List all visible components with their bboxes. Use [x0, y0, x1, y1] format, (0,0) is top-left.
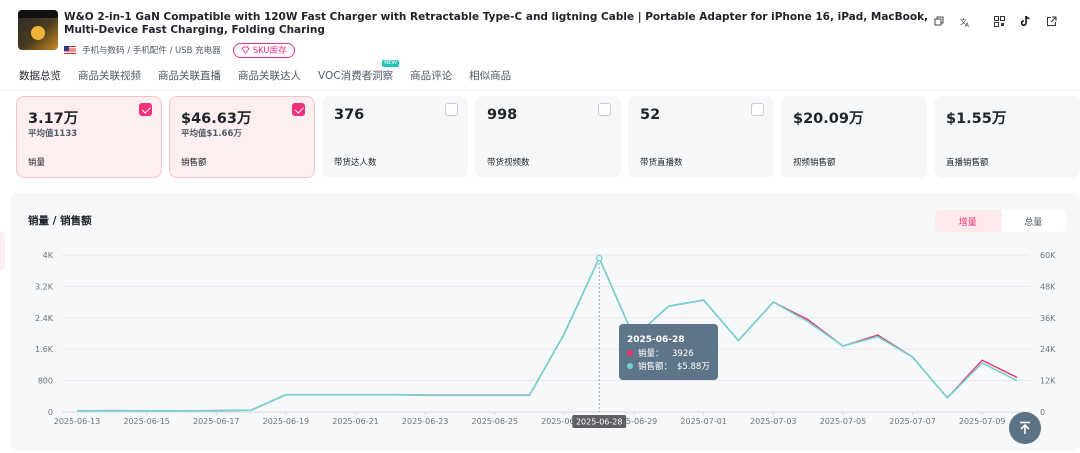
svg-text:A: A: [965, 22, 970, 27]
header-actions: 文A: [932, 14, 1058, 28]
metric-label: 带货达人数: [334, 158, 377, 168]
y-left-tick-label: 800: [38, 377, 53, 386]
new-badge: NEW: [382, 60, 400, 67]
y-right-tick-label: 48K: [1040, 282, 1056, 291]
series-line-sales-amount: [76, 256, 1018, 412]
tooltip-volume-marker: [627, 350, 633, 356]
metric-label: 带货视频数: [487, 158, 530, 168]
category-path: 手机与数码 / 手机配件 / USB 充电器: [82, 46, 221, 56]
x-tick-label: 2025-07-07: [889, 417, 936, 426]
y-right-tick-label: 12K: [1040, 377, 1056, 386]
tab-reviews[interactable]: 商品评论: [410, 68, 452, 83]
chart-title: 销量 / 销售额: [28, 215, 92, 227]
metric-average: 平均值1133: [28, 129, 78, 139]
tab-voc-label: VOC消费者洞察: [318, 70, 394, 82]
tooltip-date: 2025-06-28: [627, 335, 685, 345]
tab-voc-insights[interactable]: VOC消费者洞察 NEW: [318, 60, 400, 83]
x-tick-label: 2025-06-23: [402, 417, 449, 426]
tab-related-influencers[interactable]: 商品关联达人: [238, 68, 301, 83]
y-left-tick-label: 0: [48, 408, 53, 417]
metric-checkbox[interactable]: [598, 103, 611, 116]
metric-value: 52: [640, 107, 661, 123]
metric-card-sales-volume[interactable]: 3.17万 平均值1133 销量: [16, 96, 162, 178]
hover-date-badge-label: 2025-06-28: [576, 418, 623, 427]
toggle-increment[interactable]: 增量: [935, 210, 1001, 232]
y-left-tick-label: 2.4K: [35, 314, 54, 323]
tiktok-icon[interactable]: [1018, 14, 1032, 28]
arrow-up-icon: [1020, 421, 1030, 434]
tooltip-volume-label: 销量：: [638, 348, 664, 359]
tooltip-amount-marker: [627, 363, 633, 369]
y-right-tick-label: 24K: [1040, 345, 1056, 354]
copy-icon[interactable]: [932, 14, 946, 28]
tab-bar: 数据总览 商品关联视频 商品关联直播 商品关联达人 VOC消费者洞察 NEW 商…: [19, 60, 511, 83]
x-tick-label: 2025-07-03: [750, 417, 797, 426]
metric-label: 带货直播数: [640, 158, 683, 168]
product-meta: 手机与数码 / 手机配件 / USB 充电器 SKU库存: [64, 42, 295, 58]
us-flag-icon: [64, 46, 76, 54]
tab-related-videos[interactable]: 商品关联视频: [78, 68, 141, 83]
metric-value: $1.55万: [946, 111, 1007, 127]
tooltip-volume-value: 3926: [672, 349, 694, 359]
product-thumbnail[interactable]: [18, 10, 58, 50]
metric-label: 视频销售额: [793, 158, 836, 168]
y-right-tick-label: 36K: [1040, 314, 1056, 323]
metric-label: 销量: [28, 158, 46, 168]
metric-card-live-streams[interactable]: 52 带货直播数: [628, 96, 774, 178]
x-tick-label: 2025-06-25: [472, 417, 519, 426]
hover-point: [595, 254, 603, 262]
toggle-total[interactable]: 总量: [1000, 210, 1066, 232]
metric-card-influencers[interactable]: 376 带货达人数: [322, 96, 468, 178]
product-title[interactable]: W&O 2-in-1 GaN Compatible with 120W Fast…: [64, 11, 944, 37]
translate-icon[interactable]: 文A: [958, 14, 972, 28]
metric-cards: 3.17万 平均值1133 销量 $46.63万 平均值$1.66万 销售额 3…: [16, 96, 1080, 178]
x-tick-label: 2025-06-19: [263, 417, 310, 426]
metric-average: 平均值$1.66万: [181, 129, 242, 139]
metric-card-sales-amount[interactable]: $46.63万 平均值$1.66万 销售额: [169, 96, 315, 178]
series-line-sales-volume: [76, 256, 1018, 412]
x-tick-label: 2025-06-13: [54, 417, 101, 426]
metric-checkbox[interactable]: [751, 103, 764, 116]
tab-divider: [0, 89, 1080, 90]
sales-line-chart[interactable]: 0 0 800 12K 1.6K 24K 2.4K 36K 3.2K 48K 4K 60K 2025-0…: [0, 240, 1080, 430]
y-left-tick-label: 1.6K: [35, 345, 54, 354]
back-to-top-button[interactable]: [1009, 412, 1041, 444]
tab-data-overview[interactable]: 数据总览: [19, 68, 61, 83]
x-tick-label: 2025-07-09: [959, 417, 1006, 426]
y-right-tick-label: 0: [1040, 408, 1045, 417]
sku-inventory-button[interactable]: SKU库存: [232, 42, 295, 58]
tooltip-amount-value: $5.88万: [677, 362, 710, 372]
external-link-icon[interactable]: [1044, 14, 1058, 28]
metric-checkbox[interactable]: [139, 103, 152, 116]
metric-card-live-sales[interactable]: $1.55万 直播销售额: [934, 96, 1080, 178]
metric-value: $46.63万: [181, 111, 252, 127]
x-tick-label: 2025-07-05: [820, 417, 867, 426]
x-tick-label: 2025-06-21: [332, 417, 379, 426]
y-left-tick-label: 3.2K: [35, 282, 54, 291]
chart-mode-toggle: 增量 总量: [935, 210, 1066, 232]
metric-checkbox[interactable]: [445, 103, 458, 116]
metric-label: 销售额: [181, 158, 207, 168]
metric-value: 998: [487, 107, 518, 123]
metric-value: 376: [334, 107, 365, 123]
product-header: W&O 2-in-1 GaN Compatible with 120W Fast…: [0, 0, 1080, 62]
metric-value: $20.09万: [793, 111, 864, 127]
tab-similar-products[interactable]: 相似商品: [469, 68, 511, 83]
sku-label: SKU库存: [252, 46, 287, 56]
metric-card-video-sales[interactable]: $20.09万 视频销售额: [781, 96, 927, 178]
tab-related-live[interactable]: 商品关联直播: [158, 68, 221, 83]
y-left-tick-label: 4K: [43, 251, 54, 260]
diamond-icon: [241, 46, 250, 54]
x-tick-label: 2025-07-01: [680, 417, 727, 426]
x-tick-label: 2025-06-17: [193, 417, 240, 426]
metric-label: 直播销售额: [946, 158, 989, 168]
tooltip-amount-label: 销售额：: [638, 361, 672, 372]
y-right-tick-label: 60K: [1040, 251, 1056, 260]
metric-checkbox[interactable]: [292, 103, 305, 116]
metric-card-videos[interactable]: 998 带货视频数: [475, 96, 621, 178]
metric-value: 3.17万: [28, 111, 79, 127]
x-tick-label: 2025-06-15: [123, 417, 170, 426]
qr-code-icon[interactable]: [992, 14, 1006, 28]
